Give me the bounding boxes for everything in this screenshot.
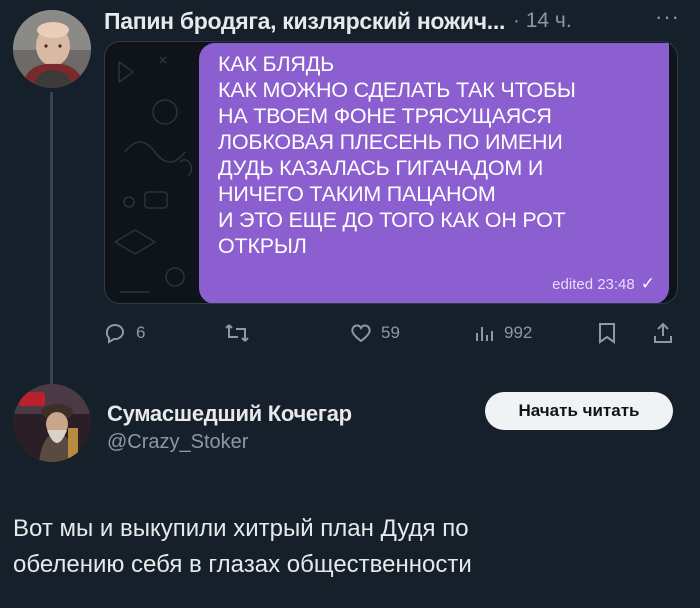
- message-line: КАК БЛЯДЬ: [218, 52, 334, 76]
- chat-message-text: КАК БЛЯДЬ КАК МОЖНО СДЕЛАТЬ ТАК ЧТОБЫ НА…: [218, 51, 669, 259]
- message-meta: edited 23:48 ✓: [552, 274, 655, 294]
- message-line: ЛОБКОВАЯ ПЛЕСЕНЬ ПО ИМЕНИ: [218, 130, 563, 154]
- share-button[interactable]: [652, 318, 674, 348]
- message-line: НА ТВОЕМ ФОНЕ ТРЯСУЩАЯСЯ: [218, 104, 552, 128]
- check-icon: ✓: [640, 274, 655, 293]
- like-button[interactable]: 59: [349, 318, 400, 348]
- more-options-icon[interactable]: ···: [655, 4, 680, 30]
- message-edited-time: edited 23:48: [552, 275, 635, 293]
- author-avatar[interactable]: [13, 384, 91, 462]
- author-name[interactable]: Папин бродяга, кизлярский ножич...: [104, 8, 505, 35]
- retweet-icon: [224, 321, 250, 345]
- thread-line: [50, 92, 53, 392]
- tweet-header: Папин бродяга, кизлярский ножич... · 14 …: [104, 6, 694, 36]
- heart-icon: [349, 321, 373, 345]
- tweet-media[interactable]: КАК БЛЯДЬ КАК МОЖНО СДЕЛАТЬ ТАК ЧТОБЫ НА…: [104, 41, 678, 304]
- views-icon: [472, 321, 496, 345]
- tweet-text-line: обелению себя в глазах общественности: [13, 551, 472, 578]
- follow-button[interactable]: Начать читать: [485, 392, 673, 430]
- author-name[interactable]: Сумасшедший Кочегар: [107, 401, 352, 427]
- bookmark-icon: [596, 321, 618, 345]
- header-separator: ·: [513, 9, 520, 32]
- chat-message-bubble: КАК БЛЯДЬ КАК МОЖНО СДЕЛАТЬ ТАК ЧТОБЫ НА…: [199, 43, 669, 303]
- reply-count: 6: [136, 323, 146, 342]
- views-button[interactable]: 992: [472, 318, 532, 348]
- author-handle[interactable]: @Crazy_Stoker: [107, 431, 248, 454]
- share-icon: [652, 321, 674, 345]
- tweet-timestamp[interactable]: 14 ч.: [526, 9, 572, 33]
- retweet-button[interactable]: [224, 318, 258, 348]
- message-line: ДУДЬ КАЗАЛАСЬ ГИГАЧАДОМ И: [218, 156, 544, 180]
- reply-button[interactable]: 6: [104, 318, 145, 348]
- tweet-actions: 6 59 992: [104, 318, 694, 348]
- message-line: И ЭТО ЕЩЕ ДО ТОГО КАК ОН РОТ: [218, 208, 566, 232]
- message-line: ОТКРЫЛ: [218, 234, 307, 258]
- message-line: НИЧЕГО ТАКИМ ПАЦАНОМ: [218, 182, 496, 206]
- reply-icon: [104, 321, 128, 345]
- tweet-text: Вот мы и выкупили хитрый план Дудя по об…: [13, 511, 683, 583]
- author-avatar[interactable]: [13, 10, 91, 88]
- tweet-text-line: Вот мы и выкупили хитрый план Дудя по: [13, 515, 469, 542]
- message-line: КАК МОЖНО СДЕЛАТЬ ТАК ЧТОБЫ: [218, 78, 576, 102]
- views-count: 992: [504, 323, 533, 342]
- like-count: 59: [381, 323, 400, 342]
- bookmark-button[interactable]: [596, 318, 618, 348]
